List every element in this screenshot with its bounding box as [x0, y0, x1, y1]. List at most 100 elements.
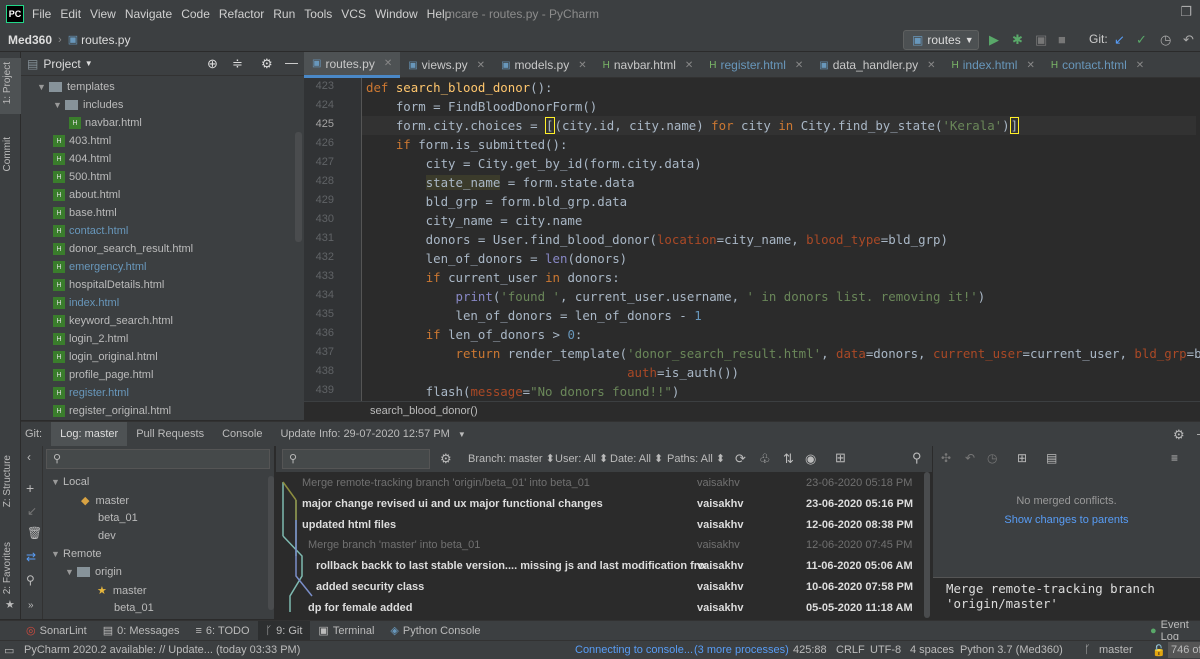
tree-file[interactable]: H 500.html — [53, 168, 111, 186]
history-icon[interactable]: ◷ — [1160, 32, 1171, 48]
search-icon[interactable]: ⚲ — [912, 450, 922, 466]
chevron-left-icon[interactable]: ‹ — [27, 450, 31, 464]
commit-row[interactable]: Merge branch 'master' into beta_01 vaisak… — [276, 535, 932, 555]
branch-group-origin[interactable]: ▼ origin — [65, 566, 122, 578]
status-interpreter[interactable]: Python 3.7 (Med360) — [960, 644, 1063, 656]
chevron-down-icon[interactable]: ▼ — [85, 59, 93, 68]
tab-terminal[interactable]: ▣ Terminal — [310, 621, 382, 641]
editor-tab[interactable]: Hnavbar.html ✕ — [595, 52, 702, 78]
group-by-icon[interactable]: ⊞ — [1017, 451, 1027, 465]
commit-row[interactable]: major change revised ui and ux major fun… — [276, 494, 932, 514]
branch-item[interactable]: dev — [98, 530, 116, 542]
status-memory[interactable]: 746 of — [1168, 642, 1200, 658]
filter-paths[interactable]: Paths: All ⬍ — [667, 452, 725, 465]
menu-code[interactable]: Code — [181, 7, 210, 21]
filter-user[interactable]: User: All ⬍ — [555, 452, 608, 465]
tree-file[interactable]: Hprofile_page.html — [53, 366, 153, 384]
view-options-icon[interactable]: ▤ — [1046, 451, 1057, 465]
search-icon[interactable]: ⚲ — [26, 573, 35, 587]
tree-file[interactable]: Habout.html — [53, 186, 120, 204]
breadcrumb-file[interactable]: routes.py — [81, 33, 130, 47]
status-update-message[interactable]: PyCharm 2020.2 available: // Update... (… — [24, 644, 300, 656]
status-connecting[interactable]: Connecting to console... — [575, 644, 693, 656]
close-icon[interactable]: ✕ — [927, 60, 935, 71]
status-processes[interactable]: (3 more processes) — [694, 644, 789, 656]
breadcrumb-project[interactable]: Med360 — [8, 33, 52, 47]
sort-icon[interactable]: ⇅ — [783, 451, 794, 467]
branches-scrollbar[interactable] — [268, 476, 274, 610]
editor-tab[interactable]: ▣ models.py ✕ — [493, 52, 595, 78]
tab-log-master[interactable]: Log: master — [51, 421, 128, 447]
tree-file[interactable]: Hindex.html — [53, 294, 119, 312]
show-changes-link[interactable]: Show changes to parents — [933, 514, 1200, 526]
close-icon[interactable]: ✕ — [477, 60, 485, 71]
collapse-all-icon[interactable]: ≑ — [232, 56, 243, 72]
update-icon[interactable]: ↙ — [27, 504, 37, 518]
editor-breadcrumb[interactable]: search_blood_donor() — [304, 401, 1200, 420]
add-branch-icon[interactable]: + — [26, 480, 34, 496]
tree-file[interactable]: Hlogin_2.html — [53, 330, 128, 348]
menu-run[interactable]: Run — [273, 7, 295, 21]
tree-folder[interactable]: ▼ templates — [37, 78, 115, 96]
close-icon[interactable]: ✕ — [795, 60, 803, 71]
diff-icon[interactable]: ✣ — [941, 451, 951, 465]
commit-row[interactable]: Merge remote-tracking branch 'origin/bet… — [276, 473, 932, 493]
editor-tab[interactable]: ▣ views.py ✕ — [400, 52, 493, 78]
update-project-icon[interactable]: ↙ — [1114, 32, 1125, 48]
branch-item[interactable]: beta_01 — [98, 512, 138, 524]
editor-tab[interactable]: ▣ data_handler.py ✕ — [811, 52, 943, 78]
code-editor[interactable]: def search_blood_donor(): form = FindBlo… — [362, 78, 1200, 401]
editor-tab[interactable]: ▣ routes.py ✕ — [304, 52, 401, 78]
refresh-icon[interactable]: ⟳ — [735, 451, 746, 467]
close-icon[interactable]: ✕ — [578, 60, 586, 71]
status-indent[interactable]: 4 spaces — [910, 644, 954, 656]
chevron-down-icon[interactable]: ▼ — [53, 100, 63, 110]
favorites-tool-tab[interactable]: 2: Favorites — [2, 542, 13, 594]
filter-branch[interactable]: Branch: master ⬍ — [468, 452, 555, 465]
compare-icon[interactable]: ⇄ — [26, 550, 36, 564]
debug-icon[interactable]: ✱ — [1012, 32, 1023, 48]
commit-row[interactable]: dp for female added vaisakhv 05-05-2020 11… — [276, 598, 932, 618]
coverage-icon[interactable]: ▣ — [1035, 32, 1047, 48]
gear-icon[interactable]: ⚙ — [1173, 427, 1185, 443]
expand-icon[interactable]: ≡ — [1171, 451, 1178, 465]
close-icon[interactable]: ✕ — [384, 58, 392, 69]
commit-check-icon[interactable]: ✓ — [1136, 32, 1147, 48]
cherry-pick-icon[interactable]: ♧ — [759, 451, 771, 467]
tree-file[interactable]: Hregister_original.html — [53, 402, 171, 420]
structure-tool-tab[interactable]: Z: Structure — [2, 455, 13, 507]
tree-file[interactable]: Hnavbar.html — [69, 114, 142, 132]
tab-python-console[interactable]: ◈ Python Console — [382, 621, 488, 641]
status-git-branch[interactable]: master — [1099, 644, 1133, 656]
tree-file[interactable]: H 404.html — [53, 150, 111, 168]
eye-icon[interactable]: ◉ — [805, 451, 816, 467]
menu-file[interactable]: File — [32, 7, 51, 21]
new-tab-icon[interactable]: ⊞ — [835, 450, 846, 466]
tree-file[interactable]: Hlogin_original.html — [53, 348, 158, 366]
menu-edit[interactable]: Edit — [60, 7, 81, 21]
close-icon[interactable]: ✕ — [1136, 60, 1144, 71]
run-icon[interactable]: ▶ — [989, 32, 999, 48]
tab-console[interactable]: Console — [213, 422, 271, 447]
branch-search-input[interactable]: ⚲ — [46, 449, 270, 469]
tab-messages[interactable]: ▤ 0: Messages — [95, 621, 188, 641]
tree-file[interactable]: Hkeyword_search.html — [53, 312, 173, 330]
tree-file[interactable]: HhospitalDetails.html — [53, 276, 164, 294]
branch-item[interactable]: ★ master — [97, 584, 147, 598]
rollback-icon[interactable]: ↶ — [1183, 32, 1194, 48]
tab-git[interactable]: ᚴ 9: Git — [257, 620, 311, 641]
tree-file[interactable]: Hbase.html — [53, 204, 117, 222]
history-icon[interactable]: ◷ — [987, 451, 997, 465]
tree-file[interactable]: H 403.html — [53, 132, 111, 150]
tree-file[interactable]: Hregister.html — [53, 384, 129, 402]
editor-tab[interactable]: Hindex.html ✕ — [944, 52, 1043, 78]
menu-tools[interactable]: Tools — [304, 7, 332, 21]
tree-file[interactable]: Hcontact.html — [53, 222, 128, 240]
status-encoding[interactable]: UTF-8 — [870, 644, 901, 656]
tab-sonarlint[interactable]: ◎ SonarLint — [18, 621, 95, 641]
revert-icon[interactable]: ↶ — [965, 451, 975, 465]
editor-tab[interactable]: Hcontact.html ✕ — [1043, 52, 1152, 78]
log-scrollbar[interactable] — [924, 472, 930, 618]
lock-icon[interactable]: 🔓 — [1152, 644, 1166, 657]
branch-group-remote[interactable]: ▼ Remote — [51, 548, 102, 560]
